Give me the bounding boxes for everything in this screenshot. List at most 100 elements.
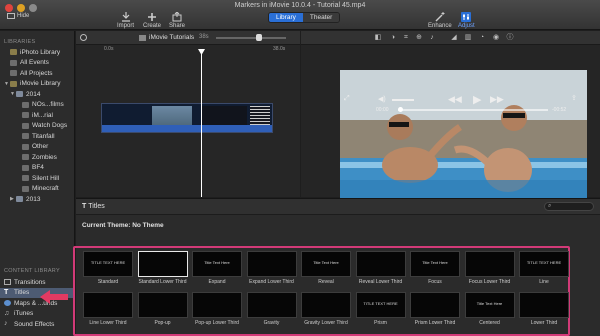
sidebar-item-imovie-tutorial[interactable]: iM...rial <box>0 110 74 121</box>
audio-icon[interactable]: ◢ <box>450 34 458 42</box>
film-icon <box>22 143 29 150</box>
zoom-slider[interactable] <box>216 34 286 41</box>
timeline-clip[interactable] <box>101 103 273 133</box>
sidebar-item-silent-hill[interactable]: Silent Hill <box>0 173 74 184</box>
sidebar-item-sound-effects[interactable]: ♪ Sound Effects <box>0 319 75 330</box>
title-tile[interactable]: TITLE TEXT HERE <box>355 292 406 318</box>
playback-controls: ⤢ ◀) ◀◀ ▶ ▶▶ ⇪ 00:00 -00:52 <box>340 92 587 113</box>
film-icon <box>22 185 29 192</box>
magic-wand-icon <box>433 11 447 22</box>
crop-icon[interactable]: ⌗ <box>402 34 410 42</box>
sidebar-item-all-projects[interactable]: All Projects <box>0 68 74 79</box>
sidebar-item-imovie-library[interactable]: ▼ iMovie Library <box>0 79 74 90</box>
title-tile[interactable] <box>192 292 242 318</box>
sidebar-icon <box>7 13 15 19</box>
library-tab[interactable]: Library <box>269 13 303 22</box>
sidebar-item-iphoto-library[interactable]: iPhoto Library <box>0 47 74 58</box>
sidebar-item-watch-dogs[interactable]: Watch Dogs <box>0 121 74 132</box>
share-button[interactable]: Share <box>169 11 185 29</box>
title-tile[interactable] <box>519 292 569 318</box>
noise-reduction-icon[interactable]: ▥ <box>464 34 472 42</box>
speaker-icon: ♪ <box>4 320 8 328</box>
sidebar-item-bf4[interactable]: BF4 <box>0 163 74 174</box>
sidebar-item-nos-films[interactable]: NOs...films <box>0 100 74 111</box>
play-icon[interactable]: ▶ <box>473 93 481 106</box>
film-icon <box>22 133 29 140</box>
title-tile[interactable] <box>246 292 297 318</box>
title-tile[interactable]: Title Text Here <box>464 292 515 318</box>
title-tile[interactable] <box>137 292 188 318</box>
title-tile[interactable] <box>246 251 297 277</box>
arrow-pointer-icon <box>40 290 68 306</box>
hide-libraries-button[interactable]: Hide <box>7 13 29 19</box>
title-tile[interactable] <box>301 292 351 318</box>
color-balance-icon[interactable]: ◧ <box>374 34 382 42</box>
title-tile-label: Line Lower Third <box>89 320 127 326</box>
title-bar: Hide Markers in iMovie 10.0.4 - Tutorial… <box>0 0 600 30</box>
sidebar-item-titanfall[interactable]: Titanfall <box>0 131 74 142</box>
scrubber-knob[interactable] <box>398 107 403 112</box>
create-button[interactable]: Create <box>143 11 161 29</box>
title-tile[interactable] <box>410 292 460 318</box>
create-label: Create <box>143 23 162 29</box>
close-project-icon[interactable] <box>80 34 87 41</box>
volume-icon[interactable]: ◀) <box>378 95 386 103</box>
info-icon[interactable]: ⓘ <box>506 34 514 42</box>
adjust-button[interactable]: Adjust <box>458 11 475 29</box>
title-tile[interactable]: TITLE TEXT HERE <box>519 251 569 277</box>
sidebar-item-2013[interactable]: ▶ 2013 <box>0 194 74 205</box>
scrubber-bar[interactable] <box>398 107 548 112</box>
star-icon <box>10 80 17 87</box>
fast-forward-icon[interactable]: ▶▶ <box>490 94 504 105</box>
stabilization-icon[interactable]: ⊕ <box>415 34 423 42</box>
viewer: ◧ ◑ ⌗ ⊕ ♪ ◢ ▥ ◔ ◉ ⓘ ⤢ ◀) ◀◀ ▶ ▶▶ ⇪ 00:00… <box>301 31 600 212</box>
speed-icon[interactable]: ◔ <box>478 34 486 42</box>
title-tile[interactable] <box>355 251 406 277</box>
share-icon[interactable]: ⇪ <box>571 94 577 102</box>
sidebar-item-all-events[interactable]: All Events <box>0 58 74 69</box>
sidebar-item-2014[interactable]: ▼ 2014 <box>0 89 74 100</box>
volume-icon[interactable]: ♪ <box>428 34 436 42</box>
playhead[interactable] <box>201 53 202 197</box>
color-correction-icon[interactable]: ◑ <box>389 34 397 42</box>
zoom-slider-knob[interactable] <box>256 34 262 41</box>
titles-header: T Titles ⌕ <box>76 199 600 215</box>
title-tile-label: Reveal <box>318 279 334 285</box>
sidebar-item-itunes[interactable]: ♫ iTunes <box>0 309 75 320</box>
music-icon: ♫ <box>4 309 10 317</box>
volume-slider[interactable] <box>392 99 414 101</box>
title-tile[interactable]: Title Text Here <box>192 251 242 277</box>
rewind-icon[interactable]: ◀◀ <box>448 94 462 105</box>
film-icon <box>22 164 29 171</box>
enhance-button[interactable]: Enhance <box>428 11 452 29</box>
title-tile-label: Reveal Lower Third <box>358 279 403 285</box>
star-icon <box>10 49 17 56</box>
title-preview-text: TITLE TEXT HERE <box>90 260 126 265</box>
plus-icon <box>145 11 159 22</box>
filter-icon[interactable]: ◉ <box>492 34 500 42</box>
sidebar-item-zombies[interactable]: Zombies <box>0 152 74 163</box>
video-preview[interactable]: ⤢ ◀) ◀◀ ▶ ▶▶ ⇪ 00:00 -00:52 <box>340 70 587 212</box>
film-icon <box>22 112 29 119</box>
theater-tab[interactable]: Theater <box>302 13 340 22</box>
fullscreen-icon[interactable]: ⤢ <box>344 95 350 103</box>
folder-icon <box>16 196 23 203</box>
title-tile[interactable] <box>464 251 515 277</box>
title-tile[interactable]: Title Text Here <box>410 251 460 277</box>
sidebar-item-transitions[interactable]: Transitions <box>0 277 75 288</box>
sidebar-item-minecraft[interactable]: Minecraft <box>0 184 74 195</box>
title-tile[interactable] <box>137 251 188 277</box>
search-input[interactable]: ⌕ <box>544 202 594 211</box>
hide-label: Hide <box>17 13 30 19</box>
film-icon <box>10 59 17 66</box>
viewer-toolbar: ◧ ◑ ⌗ ⊕ ♪ ◢ ▥ ◔ ◉ ⓘ <box>301 31 600 45</box>
title-tile[interactable]: TITLE TEXT HERE <box>83 251 133 277</box>
sliders-icon <box>459 11 473 22</box>
title-tile-label: Standard <box>97 279 119 285</box>
sidebar-item-other[interactable]: Other <box>0 142 74 153</box>
film-icon <box>22 101 29 108</box>
title-tile-label: Expand Lower Third <box>249 279 294 285</box>
import-button[interactable]: Import <box>117 11 134 29</box>
title-tile[interactable]: Title Text Here <box>301 251 351 277</box>
title-tile[interactable] <box>83 292 133 318</box>
